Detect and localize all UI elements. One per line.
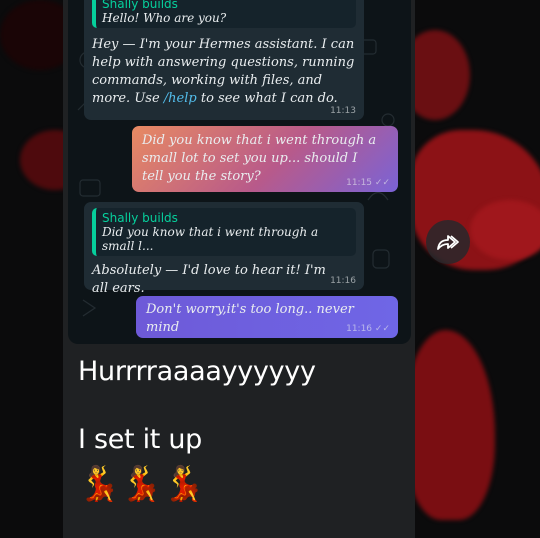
- message-time: 11:16 ✓✓: [346, 324, 390, 334]
- forward-icon: [437, 235, 459, 250]
- reply-quote[interactable]: Shally builds Hello! Who are you?: [92, 0, 356, 28]
- quote-sender: Shally builds: [102, 211, 178, 225]
- message-time: 11:13: [330, 106, 356, 116]
- incoming-message[interactable]: Shally builds Did you know that i went t…: [84, 202, 364, 296]
- help-link[interactable]: /help: [164, 91, 197, 106]
- reply-quote[interactable]: Shally builds Did you know that i went t…: [92, 208, 356, 256]
- double-check-icon: ✓✓: [374, 178, 390, 188]
- time-text: 11:15: [346, 178, 373, 188]
- caption-line-1: Hurrrraaaayyyyyy: [78, 356, 316, 387]
- forward-button[interactable]: [426, 220, 470, 264]
- chat-screenshot[interactable]: Shally builds Hello! Who are you? Hey — …: [68, 0, 411, 344]
- double-check-icon: ✓✓: [374, 324, 390, 334]
- dancer-emoji-text: 💃💃💃: [78, 464, 206, 504]
- message-time: 11:15 ✓✓: [346, 178, 390, 188]
- quote-text: Hello! Who are you?: [102, 11, 227, 25]
- quote-text: Did you know that i went through a small…: [102, 225, 319, 253]
- caption-line-2: I set it up: [78, 424, 203, 455]
- incoming-message[interactable]: Shally builds Hello! Who are you? Hey — …: [84, 0, 364, 120]
- message-text: Absolutely — I'd love to hear it! I'm al…: [92, 263, 326, 296]
- message-text: Hey — I'm your Hermes assistant. I can h…: [92, 36, 356, 108]
- message-time: 11:16: [330, 276, 356, 286]
- outgoing-message[interactable]: Don't worry,it's too long.. never mind 1…: [136, 296, 398, 338]
- time-text: 11:16: [346, 324, 373, 334]
- message-text-part: to see what I can do.: [196, 91, 338, 106]
- outgoing-message[interactable]: Did you know that i went through a small…: [132, 126, 398, 192]
- dancer-emoji: 💃💃💃: [78, 464, 205, 504]
- quote-sender: Shally builds: [102, 0, 178, 11]
